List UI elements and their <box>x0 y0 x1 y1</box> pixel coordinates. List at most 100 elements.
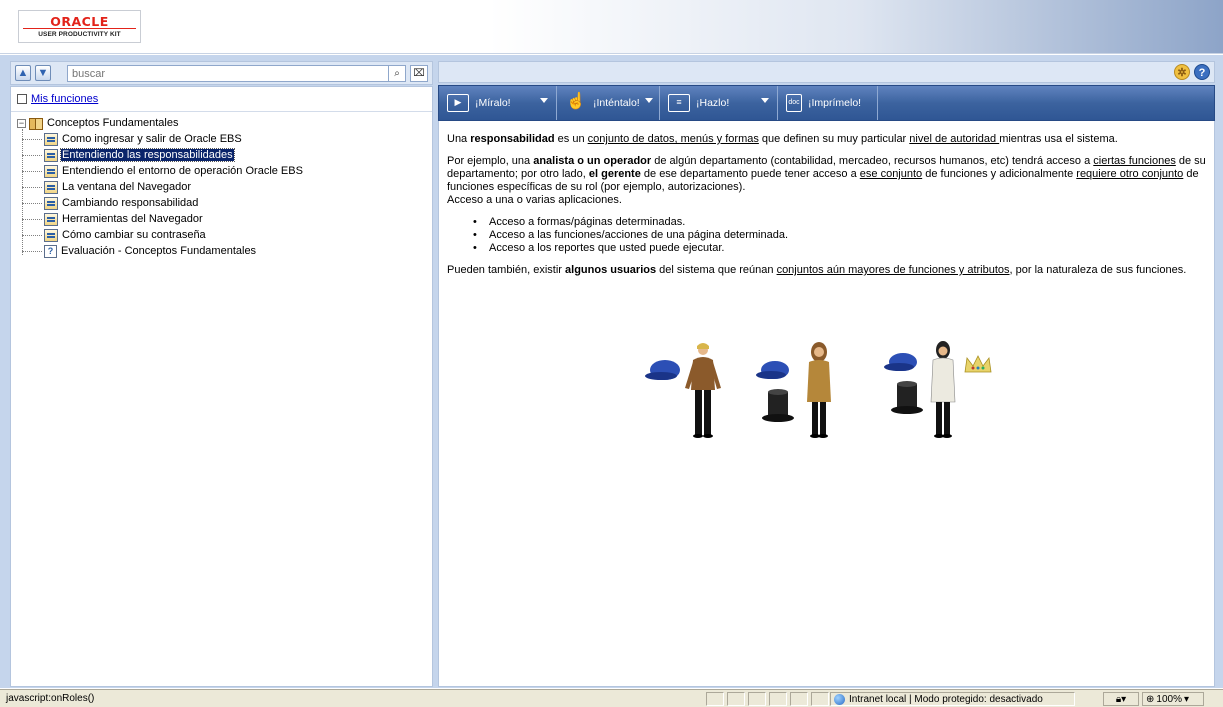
miralo-label: ¡Míralo! <box>475 97 511 109</box>
person-woman-icon <box>807 342 831 438</box>
tree-item-topic[interactable]: Cambiando responsabilidad <box>22 195 304 211</box>
zoom-control[interactable]: ⊕ 100% ▾ <box>1142 692 1204 706</box>
imprimelo-label: ¡Imprímelo! <box>808 97 862 109</box>
topic-icon <box>44 132 58 146</box>
chevron-down-icon: ▾ <box>1121 693 1127 705</box>
help-icon[interactable]: ? <box>1194 64 1210 80</box>
mis-funciones-row: Mis funciones <box>17 91 98 107</box>
clear-search-icon[interactable]: ⌧ <box>410 65 428 82</box>
text: mientras usa el sistema. <box>999 133 1118 145</box>
intranet-globe-icon <box>834 693 845 705</box>
bold-text: analista o un operador <box>533 155 652 167</box>
outline-tree: − Conceptos Fundamentales Como ingresar … <box>17 115 304 259</box>
text: Una <box>447 133 471 145</box>
topic-icon <box>44 148 58 162</box>
tree-item-evaluation[interactable]: ? Evaluación - Conceptos Fundamentales <box>22 243 304 259</box>
tree-item-label: Cambiando responsabilidad <box>62 197 199 209</box>
mis-funciones-link[interactable]: Mis funciones <box>31 93 98 105</box>
text: del sistema que reúnan <box>656 264 777 276</box>
chevron-down-icon: ▾ <box>1183 693 1189 705</box>
preferences-gear-icon[interactable]: ✲ <box>1174 64 1190 80</box>
status-pane <box>727 692 745 706</box>
protected-mode-dropdown[interactable]: 🔒︎ ▾ <box>1103 692 1139 706</box>
status-pane <box>811 692 829 706</box>
imprimelo-button[interactable]: doc ¡Imprímelo! <box>778 86 878 120</box>
person-woman-icon <box>930 341 956 438</box>
paragraph-3: Pueden también, existir algunos usuarios… <box>447 264 1206 277</box>
search-input[interactable] <box>67 65 397 82</box>
zoom-level: 100% <box>1156 693 1182 705</box>
status-pane <box>790 692 808 706</box>
list-item: Acceso a las funciones/acciones de una p… <box>473 229 1206 242</box>
oracle-upk-logo: ORACLE USER PRODUCTIVITY KIT <box>18 10 141 43</box>
intentalo-button[interactable]: ☝ ¡Inténtalo! <box>557 86 660 120</box>
tree-item-topic[interactable]: La ventana del Navegador <box>22 179 304 195</box>
text: , por la naturaleza de sus funciones. <box>1009 264 1187 276</box>
do-it-icon: ≡ <box>668 94 690 112</box>
bold-text: responsabilidad <box>470 133 555 145</box>
tree-item-label: Evaluación - Conceptos Fundamentales <box>61 245 257 257</box>
topic-icon <box>44 228 58 242</box>
text: Pueden también, existir <box>447 264 566 276</box>
logo-brand: ORACLE <box>50 14 109 29</box>
topic-icon <box>44 212 58 226</box>
hazlo-dropdown-icon[interactable] <box>761 98 769 103</box>
collapse-icon[interactable]: − <box>17 118 26 128</box>
underlined-text: nivel de autoridad <box>909 133 1000 145</box>
previous-up-arrow-icon[interactable]: ▲ <box>15 65 31 81</box>
browser-status-bar: javascript:onRoles() Intranet local | Mo… <box>0 689 1223 707</box>
outline-panel: Mis funciones − Conceptos Fundamentales … <box>10 86 433 687</box>
content-toolbar: ✲ ? <box>438 61 1215 83</box>
tree-item-topic[interactable]: Herramientas del Navegador <box>22 211 304 227</box>
search-icon[interactable]: ⌕ <box>388 65 406 82</box>
intentalo-label: ¡Inténtalo! <box>593 97 640 109</box>
tree-root-label: Conceptos Fundamentales <box>47 117 179 129</box>
text: de ese departamento puede tener acceso a <box>640 168 860 180</box>
miralo-dropdown-icon[interactable] <box>540 98 548 103</box>
paragraph-2: Por ejemplo, una analista o un operador … <box>447 155 1206 207</box>
tree-item-label: Como ingresar y salir de Oracle EBS <box>62 133 242 145</box>
play-icon: ▶ <box>447 94 469 112</box>
tree-item-topic[interactable]: Cómo cambiar su contraseña <box>22 227 304 243</box>
tree-item-topic-selected[interactable]: Entendiendo las responsabilidades <box>22 147 304 163</box>
tree-item-topic[interactable]: Como ingresar y salir de Oracle EBS <box>22 131 304 147</box>
next-down-arrow-icon[interactable]: ▼ <box>35 65 51 81</box>
hazlo-label: ¡Hazlo! <box>696 97 730 109</box>
intentalo-dropdown-icon[interactable] <box>645 98 653 103</box>
zone-text: Intranet local | Modo protegido: desacti… <box>849 693 1043 705</box>
text: es un <box>554 133 588 145</box>
divider <box>11 111 432 112</box>
underlined-text: conjunto de datos, menús y formas <box>587 133 759 145</box>
hazlo-button[interactable]: ≡ ¡Hazlo! <box>660 86 778 120</box>
text: de algún departamento (contabilidad, mer… <box>651 155 1094 167</box>
top-hat-icon <box>891 381 923 414</box>
logo-divider <box>23 28 136 29</box>
roles-illustration <box>645 341 992 438</box>
bold-text: algunos usuarios <box>565 264 657 276</box>
tree-root-node[interactable]: − Conceptos Fundamentales <box>17 115 304 131</box>
mis-funciones-checkbox[interactable] <box>17 94 27 104</box>
tree-item-topic[interactable]: Entendiendo el entorno de operación Orac… <box>22 163 304 179</box>
blue-cap-icon <box>884 353 917 371</box>
crown-icon <box>964 355 992 373</box>
topic-icon <box>44 164 58 178</box>
underlined-text: ciertas funciones <box>1093 155 1176 167</box>
security-zone[interactable]: Intranet local | Modo protegido: desacti… <box>830 692 1075 706</box>
miralo-button[interactable]: ▶ ¡Míralo! <box>439 86 557 120</box>
status-pane <box>706 692 724 706</box>
tree-item-label: Entendiendo el entorno de operación Orac… <box>62 165 303 177</box>
tree-item-label: Entendiendo las responsabilidades <box>60 148 235 162</box>
status-text: javascript:onRoles() <box>6 693 95 704</box>
topic-icon <box>44 180 58 194</box>
status-pane <box>769 692 787 706</box>
text: que definen su muy particular <box>758 133 910 145</box>
person-man-icon <box>685 343 721 438</box>
status-pane <box>748 692 766 706</box>
topic-icon <box>44 196 58 210</box>
underlined-text: ese conjunto <box>859 168 923 180</box>
top-hat-icon <box>762 389 794 422</box>
blue-cap-icon <box>756 361 789 379</box>
text: Acceso a una o varias aplicaciones. <box>447 194 622 206</box>
zoom-icon: ⊕ <box>1146 693 1155 705</box>
access-list: Acceso a formas/páginas determinadas. Ac… <box>473 216 1206 255</box>
